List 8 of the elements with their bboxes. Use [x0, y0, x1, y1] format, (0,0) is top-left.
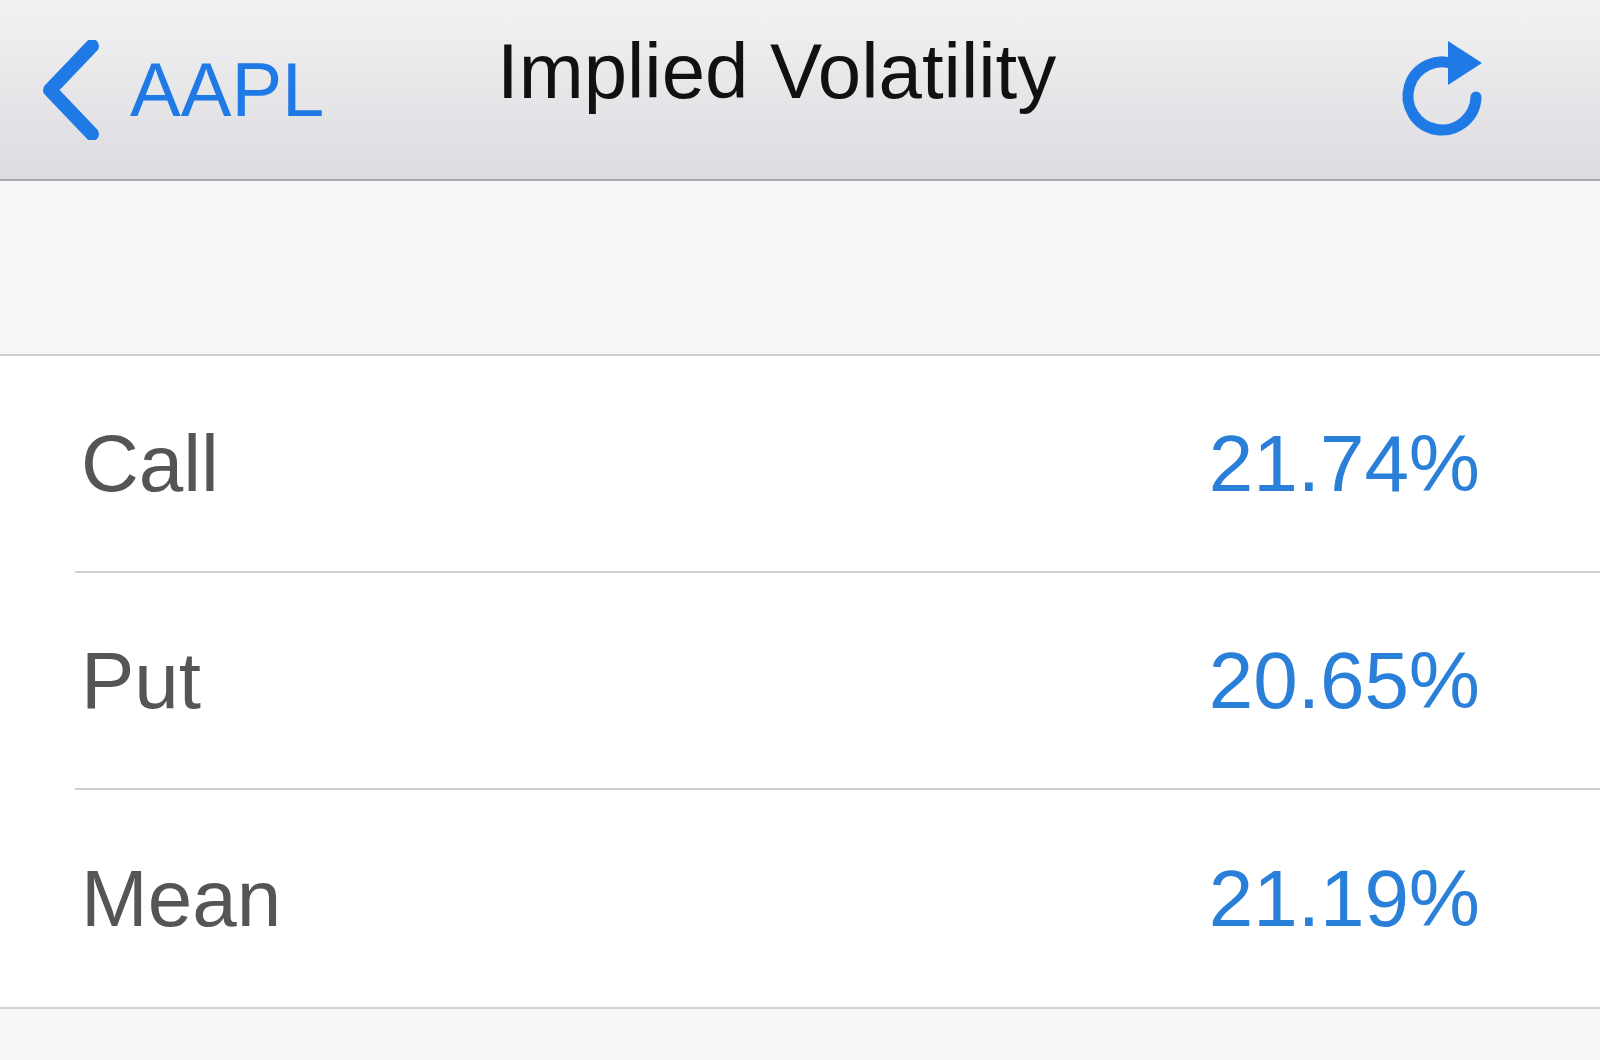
- row-value: 20.65%: [1208, 640, 1480, 721]
- row-label: Mean: [80, 858, 282, 939]
- back-button[interactable]: AAPL: [40, 39, 325, 140]
- row-label: Call: [80, 423, 219, 504]
- back-chevron-icon: [40, 39, 100, 140]
- row-value: 21.19%: [1208, 858, 1480, 939]
- row-value: 21.74%: [1208, 423, 1480, 504]
- row-label: Put: [80, 640, 202, 721]
